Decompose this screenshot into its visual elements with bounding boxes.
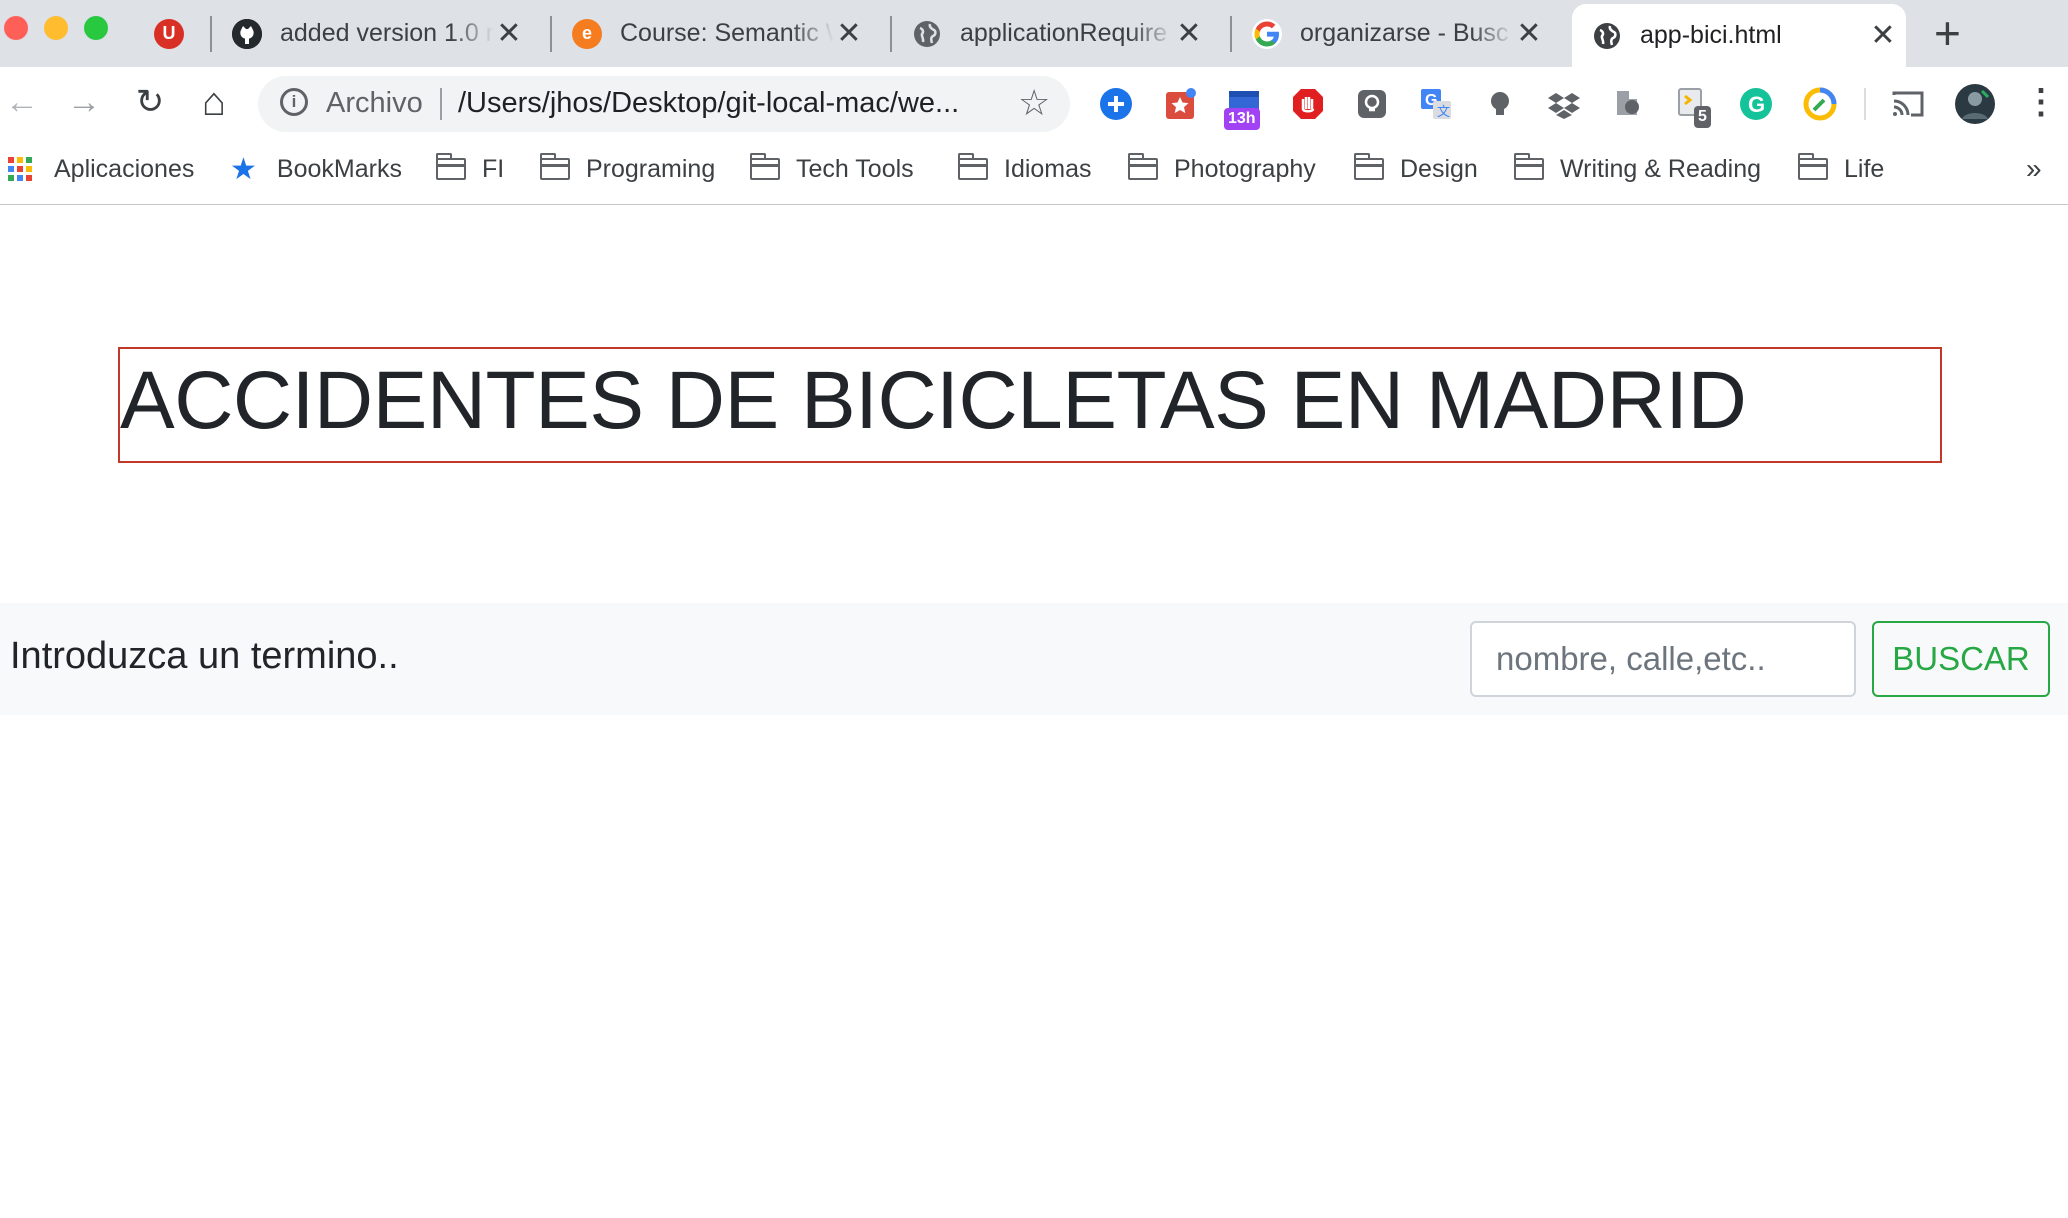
bookmark-folder-idiomas[interactable]: Idiomas (957, 151, 1092, 187)
svg-text:G: G (1748, 92, 1765, 117)
bookmark-label: Tech Tools (796, 154, 914, 183)
tab-ublock[interactable]: U (154, 0, 206, 67)
tab-close-button[interactable]: ✕ (1174, 16, 1204, 51)
add-extension-icon[interactable] (1098, 86, 1134, 122)
folder-icon (1513, 153, 1544, 180)
tab-title: applicationRequire (960, 19, 1168, 47)
folder-icon (1127, 153, 1158, 180)
calendar-badge: 13h (1224, 108, 1260, 130)
info-icon[interactable]: i (280, 88, 308, 116)
bookmark-star-icon[interactable]: ☆ (1018, 82, 1050, 124)
tab-separator (550, 16, 552, 52)
calendar-extension-icon[interactable]: 13h (1224, 86, 1262, 130)
folder-icon (435, 153, 466, 180)
search-prompt-label: Introduzca un termino.. (10, 635, 399, 677)
script-badge: 5 (1694, 106, 1711, 128)
color-extension-icon[interactable] (1802, 86, 1838, 122)
apps-grid-icon (8, 157, 32, 181)
bookmarks-overflow-button[interactable]: » (2026, 151, 2042, 187)
tab-separator (1230, 16, 1232, 52)
new-tab-button[interactable]: + (1934, 8, 1961, 58)
bookmark-label: Programing (586, 154, 716, 183)
profile-avatar[interactable] (1954, 83, 1996, 125)
lightbulb-extension-icon[interactable] (1354, 86, 1390, 122)
forward-button[interactable]: → (62, 82, 106, 122)
heading-container: ACCIDENTES DE BICICLETAS EN MADRID (118, 347, 1942, 463)
svg-text:文: 文 (1437, 104, 1450, 119)
tab-separator (210, 16, 212, 52)
apps-label: Aplicaciones (54, 154, 195, 183)
bookmark-label: Idiomas (1004, 154, 1092, 183)
tab-title: organizarse - Busc (1300, 19, 1509, 47)
globe-icon (912, 19, 942, 49)
bookmark-label: BookMarks (276, 154, 402, 183)
bookmark-label: Photography (1174, 154, 1316, 183)
page-title: ACCIDENTES DE BICICLETAS EN MADRID (120, 355, 1747, 446)
star-icon: ★ (230, 152, 257, 186)
cast-icon[interactable] (1890, 86, 1926, 122)
search-navbar: Introduzca un termino.. BUSCAR (0, 603, 2068, 715)
tab-separator (890, 16, 892, 52)
google-translate-extension-icon[interactable]: G文 (1418, 86, 1454, 122)
globe-icon (1592, 21, 1622, 51)
bookmark-label: Writing & Reading (1560, 154, 1762, 183)
tab-close-button[interactable]: ✕ (1868, 18, 1898, 53)
adblock-extension-icon[interactable] (1290, 86, 1326, 122)
bookmark-folder-programing[interactable]: Programing (539, 151, 716, 187)
bookmark-label: Design (1400, 154, 1478, 183)
security-chip-label: Archivo (326, 87, 423, 119)
tab-close-button[interactable]: ✕ (494, 16, 524, 51)
tab-title: app-bici.html (1640, 21, 1782, 49)
tab-organizarse[interactable]: organizarse - Busc ✕ (1252, 0, 1552, 67)
github-icon (232, 18, 262, 49)
tab-title: Course: Semantic W (620, 19, 834, 47)
tab-github[interactable]: added version 1.0 r ✕ (232, 0, 532, 67)
bookmark-folder-tech-tools[interactable]: Tech Tools (749, 151, 914, 187)
bookmark-folder-life[interactable]: Life (1797, 151, 1885, 187)
zoom-window-button[interactable] (84, 16, 108, 40)
folder-icon (749, 153, 780, 180)
apps-shortcut[interactable]: Aplicaciones (8, 151, 194, 187)
bookmark-label: FI (482, 154, 505, 183)
tab-title: added version 1.0 r (280, 19, 494, 47)
script-extension-icon[interactable]: 5 (1674, 86, 1711, 128)
chrome-menu-button[interactable]: ⋮ (2024, 82, 2058, 122)
omnibox-divider (440, 88, 442, 120)
ublock-icon: U (154, 18, 184, 49)
bookmark-folder-writing-reading[interactable]: Writing & Reading (1513, 151, 1762, 187)
grammarly-extension-icon[interactable]: G (1738, 86, 1774, 122)
bookmark-bookmarks[interactable]: ★ BookMarks (230, 151, 402, 187)
search-input[interactable] (1470, 621, 1856, 697)
toolbar-divider (1864, 88, 1866, 120)
tab-application-require[interactable]: applicationRequire ✕ (912, 0, 1212, 67)
tab-close-button[interactable]: ✕ (834, 16, 864, 51)
url-text[interactable]: /Users/jhos/Desktop/git-local-mac/we... (458, 87, 959, 120)
tab-course[interactable]: e Course: Semantic W ✕ (572, 0, 872, 67)
minimize-window-button[interactable] (44, 16, 68, 40)
close-window-button[interactable] (4, 16, 28, 40)
bulb-extension-icon[interactable] (1482, 86, 1518, 122)
puzzle-extension-icon[interactable] (1610, 86, 1646, 122)
search-button[interactable]: BUSCAR (1872, 621, 2050, 697)
folder-icon (957, 153, 988, 180)
dropbox-extension-icon[interactable] (1546, 86, 1582, 122)
todoist-extension-icon[interactable] (1162, 86, 1198, 122)
reload-button[interactable]: ↻ (128, 82, 172, 122)
course-e-icon: e (572, 18, 602, 49)
bookmark-label: Life (1844, 154, 1885, 183)
tab-app-bici[interactable]: app-bici.html ✕ (1572, 4, 1906, 67)
google-icon (1252, 18, 1282, 49)
address-bar[interactable]: i Archivo /Users/jhos/Desktop/git-local-… (258, 76, 1070, 132)
bookmark-folder-fi[interactable]: FI (435, 151, 505, 187)
tab-close-button[interactable]: ✕ (1514, 16, 1544, 51)
folder-icon (1797, 153, 1828, 180)
folder-icon (539, 153, 570, 180)
home-button[interactable]: ⌂ (192, 82, 236, 122)
bookmark-folder-design[interactable]: Design (1353, 151, 1478, 187)
back-button[interactable]: ← (0, 82, 44, 122)
tab-strip: U added version 1.0 r ✕ e Course: Semant… (0, 0, 2068, 67)
bookmark-folder-photography[interactable]: Photography (1127, 151, 1316, 187)
folder-icon (1353, 153, 1384, 180)
